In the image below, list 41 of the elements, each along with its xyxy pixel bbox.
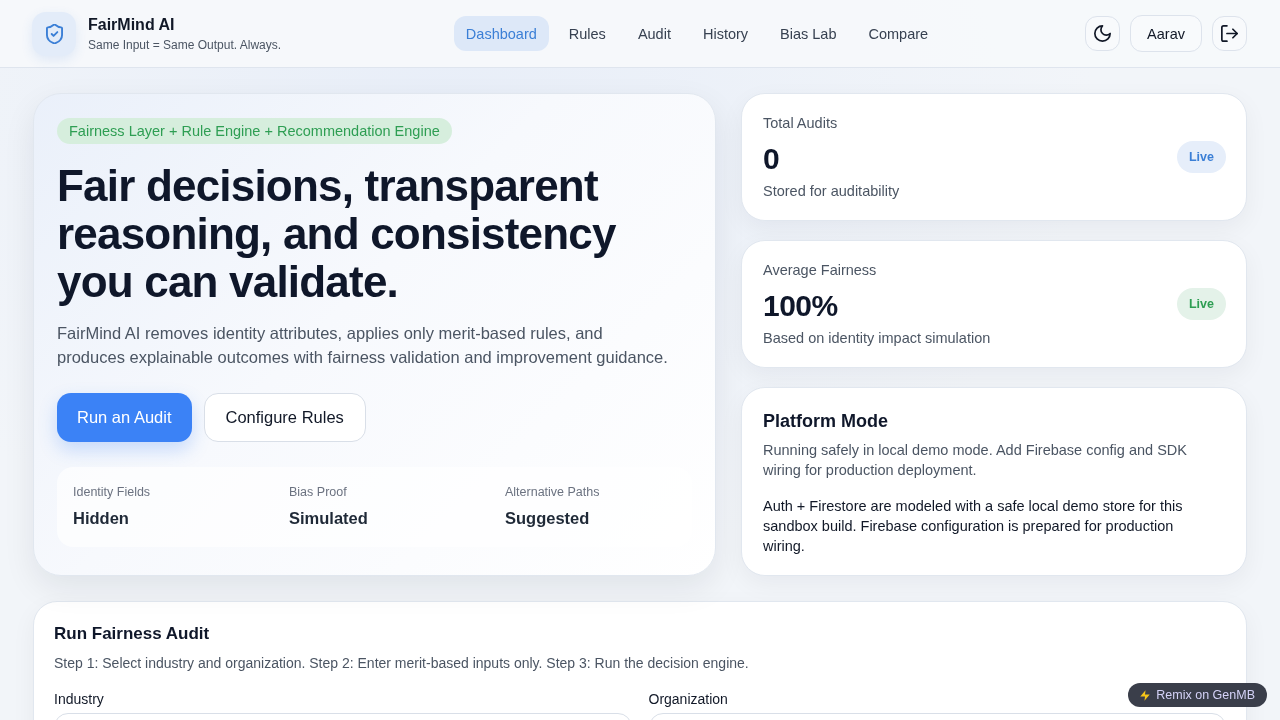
nav-tab[interactable]: Rules: [556, 16, 618, 51]
logout-button[interactable]: [1212, 16, 1247, 51]
configure-rules-button[interactable]: Configure Rules: [203, 393, 366, 442]
hero-description: FairMind AI removes identity attributes, applies only merit-based rules, and produces explainable outcomes with fairness validation and improvement guidance.: [57, 323, 669, 368]
platform-title: Platform Mode: [763, 410, 888, 433]
field-label: Industry: [54, 690, 104, 709]
status-badge: Live: [1177, 288, 1226, 320]
highlight-label: Alternative Paths: [505, 484, 600, 501]
stat-value: 0: [763, 141, 780, 177]
nav-tab[interactable]: History: [690, 16, 761, 51]
highlight-value: Simulated: [289, 508, 368, 529]
app-title: FairMind AI: [88, 14, 175, 35]
stat-note: Stored for auditability: [763, 182, 900, 201]
user-button[interactable]: Aarav: [1130, 15, 1202, 52]
shield-check-icon: [32, 11, 76, 56]
lightning-icon: [1140, 689, 1151, 701]
status-badge: Live: [1177, 141, 1226, 173]
nav-tab[interactable]: Compare: [856, 16, 941, 51]
highlight-label: Identity Fields: [73, 484, 151, 501]
moon-icon: [1094, 25, 1112, 42]
highlight-value: Suggested: [505, 508, 590, 529]
remix-button[interactable]: Remix on GenMB: [1128, 683, 1267, 707]
stat-label: Total Audits: [763, 114, 838, 133]
nav-tab[interactable]: Audit: [625, 16, 683, 51]
field-label: Organization: [648, 690, 728, 709]
feature-tag: Fairness Layer + Rule Engine + Recommendation Engine: [57, 118, 452, 144]
highlight-value: Hidden: [73, 508, 129, 529]
stat-note: Based on identity impact simulation: [763, 329, 991, 348]
highlight-label: Bias Proof: [289, 484, 347, 501]
platform-description: Running safely in local demo mode. Add Firebase config and SDK wiring for production deployment.: [763, 441, 1188, 480]
platform-details: Auth + Firestore are modeled with a safe local demo store for this sandbox build. Firebase configuration is prepared for production wiring.: [763, 497, 1184, 556]
stat-value: 100%: [763, 288, 838, 324]
theme-toggle-button[interactable]: [1085, 16, 1121, 51]
app-tagline: Same Input = Same Output. Always.: [88, 36, 282, 53]
stat-label: Average Fairness: [763, 261, 877, 280]
nav-tab[interactable]: Bias Lab: [768, 16, 849, 51]
audit-title: Run Fairness Audit: [54, 623, 210, 645]
run-audit-button[interactable]: Run an Audit: [57, 393, 192, 442]
audit-steps: Step 1: Select industry and organization. Step 2: Enter merit-based inputs only. Step 3: Run the decision engine.: [54, 653, 749, 673]
hero-heading: Fair decisions, transparent reasoning, and consistency you can validate.: [57, 162, 617, 306]
logout-icon: [1221, 25, 1238, 42]
